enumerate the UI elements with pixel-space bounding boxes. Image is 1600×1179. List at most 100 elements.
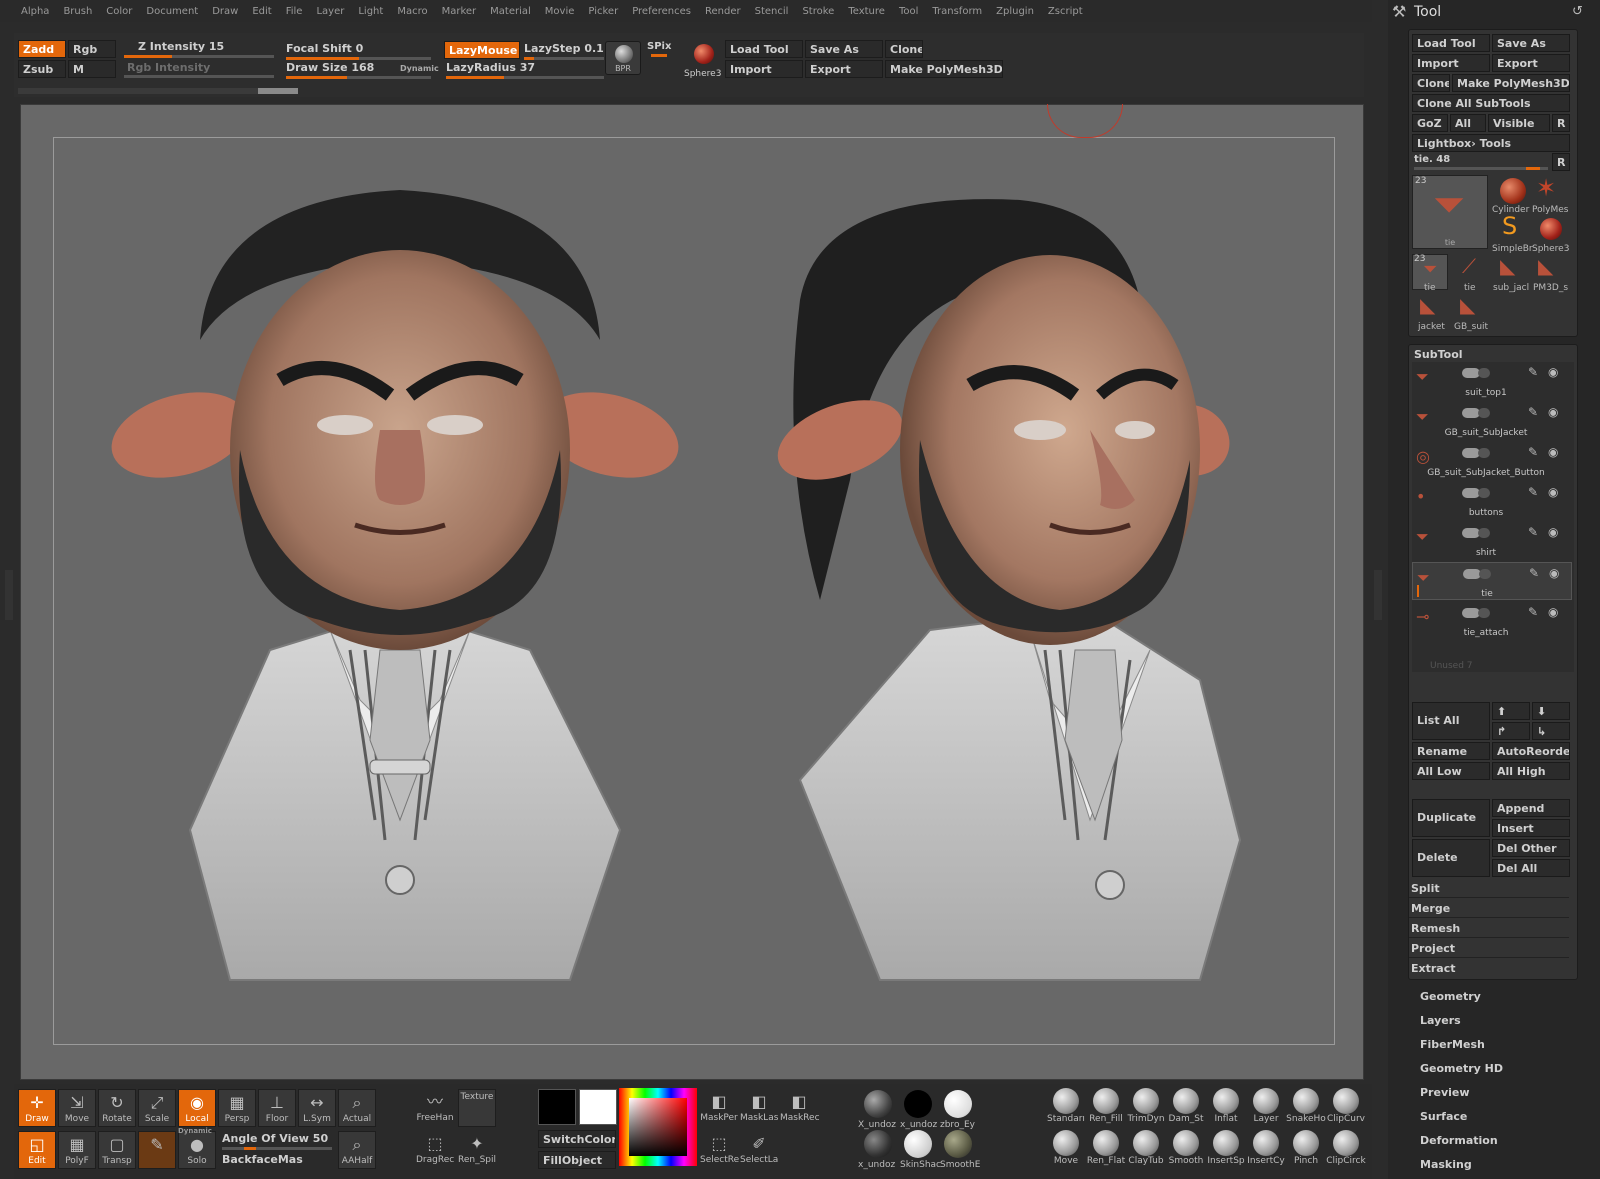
menu-file[interactable]: File	[279, 6, 310, 17]
rgb-intensity-slider[interactable]	[124, 75, 274, 78]
menu-material[interactable]: Material	[483, 6, 538, 17]
lazymouse-button[interactable]: LazyMouse	[444, 41, 520, 59]
list-all-button[interactable]: List All	[1412, 702, 1490, 740]
sphere3-thumb-icon[interactable]	[1540, 218, 1562, 240]
save-as-button[interactable]: Save As	[805, 40, 883, 58]
scale-mode-button[interactable]: ⤢ Scale	[138, 1089, 176, 1127]
angle-of-view-slider[interactable]	[222, 1147, 332, 1150]
eye-icon[interactable]: ◉	[1548, 405, 1558, 419]
draw-size-slider[interactable]	[286, 76, 431, 79]
subtool-row-suit-top1[interactable]: ⏷ ✎ ◉ suit_top1	[1412, 362, 1572, 400]
tool-panel-title[interactable]: Tool	[1414, 4, 1441, 20]
section-geometry-hd[interactable]: Geometry HD	[1420, 1062, 1503, 1075]
lazyradius-slider[interactable]	[446, 76, 604, 79]
del-all-button[interactable]: Del All	[1492, 859, 1570, 877]
brush-1-4-button[interactable]: InsertSp	[1206, 1130, 1246, 1170]
menu-stencil[interactable]: Stencil	[748, 6, 796, 17]
goz-r-button[interactable]: R	[1552, 114, 1570, 132]
actual-button[interactable]: ⌕ Actual	[338, 1089, 376, 1127]
thumb-gbsuit-icon[interactable]: ◣	[1460, 293, 1475, 317]
brush-1-5-button[interactable]: InsertCy	[1246, 1130, 1286, 1170]
brush-icon[interactable]: ✎	[1528, 525, 1538, 539]
rotate-mode-button[interactable]: ↻ Rotate	[98, 1089, 136, 1127]
tool-import-button[interactable]: Import	[1412, 54, 1490, 72]
brush-icon[interactable]: ✎	[1528, 405, 1538, 419]
subtool-toggle[interactable]	[1478, 368, 1490, 378]
spix-label[interactable]: SPix	[647, 40, 671, 54]
thumb-pm3d-icon[interactable]: ◣	[1538, 254, 1553, 278]
menu-light[interactable]: Light	[351, 6, 390, 17]
brush-icon[interactable]: ✎	[1528, 605, 1538, 619]
main-color-swatch[interactable]	[579, 1089, 617, 1125]
menu-stroke[interactable]: Stroke	[795, 6, 841, 17]
brush-0-5-button[interactable]: Layer	[1246, 1088, 1286, 1128]
bust-front-view[interactable]	[100, 180, 700, 1000]
bust-three-quarter-view[interactable]	[760, 180, 1280, 1000]
goz-all-button[interactable]: All	[1450, 114, 1486, 132]
material-sphere-2-icon[interactable]	[904, 1090, 932, 1118]
refresh-icon[interactable]: ↺	[1572, 4, 1583, 19]
eye-icon[interactable]: ◉	[1548, 445, 1558, 459]
section-layers[interactable]: Layers	[1420, 1014, 1461, 1027]
menu-movie[interactable]: Movie	[538, 6, 582, 17]
menu-edit[interactable]: Edit	[245, 6, 278, 17]
import-button[interactable]: Import	[725, 60, 803, 78]
menu-picker[interactable]: Picker	[581, 6, 625, 17]
load-tool-button[interactable]: Load Tool	[725, 40, 803, 58]
move-down-button[interactable]: ⬇	[1532, 702, 1570, 720]
material-sphere-6-icon[interactable]	[944, 1130, 972, 1158]
zadd-button[interactable]: Zadd	[18, 40, 66, 58]
subtool-toggle[interactable]	[1478, 408, 1490, 418]
split-menu[interactable]: Split	[1409, 880, 1569, 898]
z-intensity-slider[interactable]	[124, 55, 274, 58]
menu-alpha[interactable]: Alpha	[14, 6, 56, 17]
move-up-button[interactable]: ⬆	[1492, 702, 1530, 720]
menu-zscript[interactable]: Zscript	[1041, 6, 1090, 17]
menu-zplugin[interactable]: Zplugin	[989, 6, 1041, 17]
thumb-tie2-icon[interactable]: ⟋	[1462, 254, 1476, 278]
subtool-row-gb-suit-subjacket-button[interactable]: ◎ ✎ ◉ GB_suit_SubJacket_Button	[1412, 442, 1572, 480]
edit-button[interactable]: ◱ Edit	[18, 1131, 56, 1169]
section-masking[interactable]: Masking	[1420, 1158, 1472, 1171]
secondary-color-swatch[interactable]	[538, 1089, 576, 1125]
lazyradius-label[interactable]: LazyRadius 37	[446, 61, 535, 75]
left-tray-handle[interactable]	[5, 570, 13, 620]
spix-slider[interactable]	[651, 54, 667, 57]
clone-all-subtools-button[interactable]: Clone All SubTools	[1412, 94, 1570, 112]
tool-export-button[interactable]: Export	[1492, 54, 1570, 72]
all-low-button[interactable]: All Low	[1412, 762, 1490, 780]
local-button[interactable]: ◉ Local	[178, 1089, 216, 1127]
move-in-button[interactable]: ↳	[1532, 722, 1570, 740]
menu-color[interactable]: Color	[99, 6, 139, 17]
dragrect-button[interactable]: ⬚ DragRec	[416, 1131, 454, 1169]
subtool-scroll-marker[interactable]	[1417, 585, 1419, 597]
texture-button[interactable]: Texture	[458, 1089, 496, 1127]
menu-render[interactable]: Render	[698, 6, 748, 17]
all-high-button[interactable]: All High	[1492, 762, 1570, 780]
goz-visible-button[interactable]: Visible	[1488, 114, 1550, 132]
section-deformation[interactable]: Deformation	[1420, 1134, 1498, 1147]
subtool-row-tie-attach[interactable]: ⊸ ✎ ◉ tie_attach	[1412, 602, 1572, 640]
material-sphere-4-icon[interactable]	[864, 1130, 892, 1158]
draw-size-label[interactable]: Draw Size 168	[286, 61, 374, 75]
menu-brush[interactable]: Brush	[56, 6, 99, 17]
brush-1-7-button[interactable]: ClipCirck	[1326, 1130, 1366, 1170]
subtool-toggle[interactable]	[1478, 608, 1490, 618]
brush-0-1-button[interactable]: Ren_Fill	[1086, 1088, 1126, 1128]
z-intensity-label[interactable]: Z Intensity 15	[138, 40, 224, 54]
focal-shift-label[interactable]: Focal Shift 0	[286, 42, 363, 56]
material-sphere-icon[interactable]	[694, 44, 714, 64]
section-surface[interactable]: Surface	[1420, 1110, 1467, 1123]
brush-icon[interactable]: ✎	[1529, 566, 1539, 580]
lazystep-label[interactable]: LazyStep 0.1	[524, 42, 604, 56]
brush-0-3-button[interactable]: Dam_St	[1166, 1088, 1206, 1128]
selectrect-button[interactable]: ⬚ SelectRe	[700, 1131, 739, 1169]
remesh-menu[interactable]: Remesh	[1409, 920, 1569, 938]
brush-1-3-button[interactable]: Smooth	[1166, 1130, 1206, 1170]
color-picker[interactable]	[619, 1088, 697, 1166]
draw-mode-button[interactable]: ✛ Draw	[18, 1089, 56, 1127]
bpr-button[interactable]: BPR	[605, 41, 641, 75]
subtool-toggle[interactable]	[1478, 488, 1490, 498]
section-fibermesh[interactable]: FiberMesh	[1420, 1038, 1485, 1051]
eye-icon[interactable]: ◉	[1549, 566, 1559, 580]
